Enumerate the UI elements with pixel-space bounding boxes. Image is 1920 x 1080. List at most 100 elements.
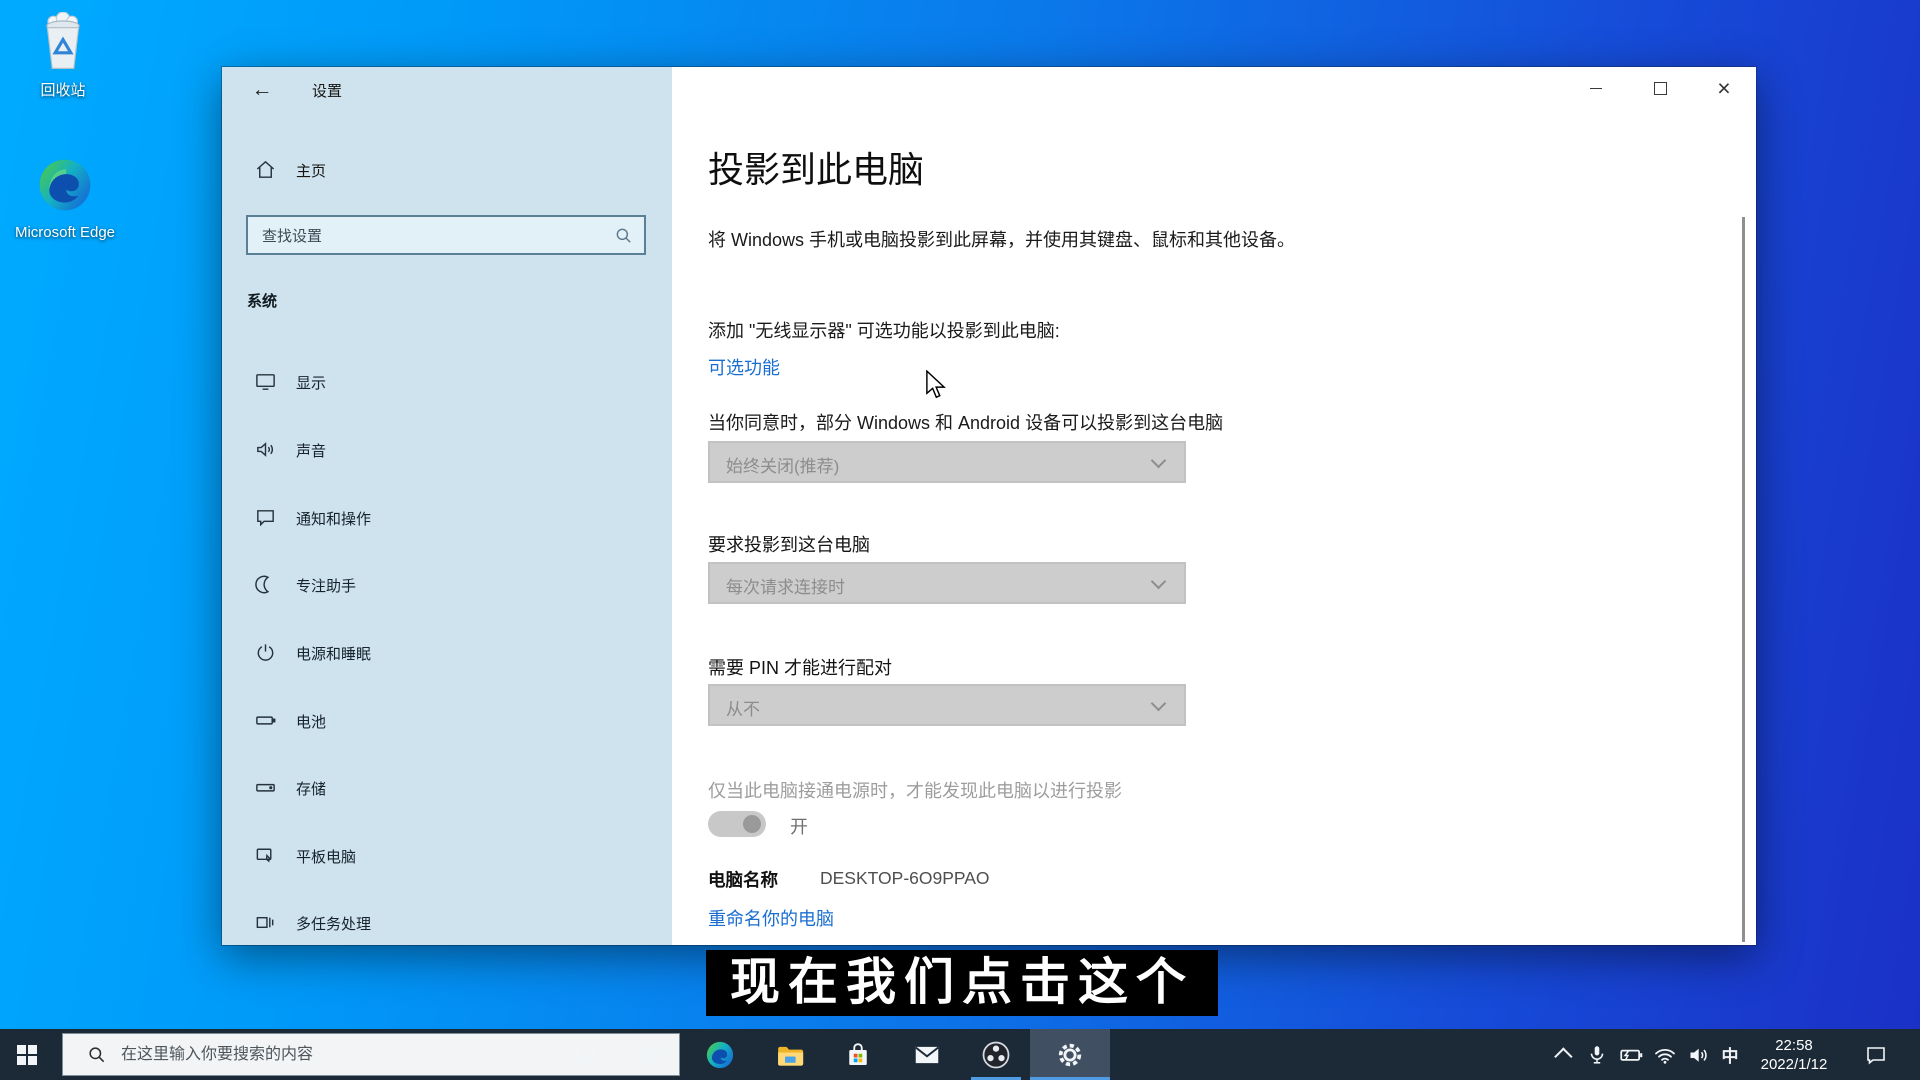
tray-volume-button[interactable] xyxy=(1684,1029,1714,1080)
sidebar-item-label: 存储 xyxy=(296,781,327,798)
minimize-button[interactable] xyxy=(1564,67,1628,109)
edge-taskbar-button[interactable] xyxy=(690,1029,750,1080)
window-title: 设置 xyxy=(312,83,343,100)
sidebar-item-sound[interactable]: 声音 xyxy=(222,425,672,473)
sidebar-item-power-sleep[interactable]: 电源和睡眠 xyxy=(222,628,672,676)
require-projection-dropdown[interactable]: 每次请求连接时 xyxy=(708,562,1186,604)
storage-icon xyxy=(256,783,275,792)
mail-icon xyxy=(915,1046,939,1063)
wifi-icon xyxy=(1655,1048,1675,1064)
back-arrow-icon: ← xyxy=(251,78,273,101)
desktop: 回收站 Microsoft Edge ← 设置 主页 查找设置 系统 显示 声音… xyxy=(0,0,1920,1080)
settings-sidebar: ← 设置 主页 系统 显示 xyxy=(222,67,672,945)
mouse-cursor xyxy=(926,370,946,399)
edge-shortcut[interactable]: Microsoft Edge xyxy=(10,156,120,242)
sidebar-item-tablet[interactable]: 平板电脑 xyxy=(222,831,672,879)
chevron-up-icon xyxy=(1553,1047,1573,1066)
sidebar-item-label: 电源和睡眠 xyxy=(296,646,372,663)
home-icon xyxy=(256,160,275,178)
sound-icon xyxy=(257,442,273,457)
tray-clock[interactable]: 22:58 2022/1/12 xyxy=(1746,1036,1842,1074)
close-button[interactable]: × xyxy=(1692,67,1756,109)
search-icon xyxy=(616,228,631,243)
recycle-bin-shortcut[interactable]: 回收站 xyxy=(8,11,118,100)
cortana-button[interactable] xyxy=(555,1029,615,1080)
obs-icon xyxy=(982,1041,1010,1068)
back-button[interactable]: ← xyxy=(244,75,280,105)
windows-logo-icon xyxy=(17,1044,37,1065)
sidebar-item-storage[interactable]: 存储 xyxy=(222,763,672,811)
sidebar-section-header: 系统 xyxy=(247,293,278,310)
sidebar-item-label: 显示 xyxy=(296,375,327,392)
discovery-toggle[interactable] xyxy=(708,811,766,837)
sidebar-item-label: 专注助手 xyxy=(296,578,357,595)
sidebar-item-label: 电池 xyxy=(296,714,327,731)
consent-text: 当你同意时，部分 Windows 和 Android 设备可以投影到这台电脑 xyxy=(708,413,1224,433)
tray-time: 22:58 xyxy=(1775,1037,1813,1054)
gear-icon xyxy=(1058,1043,1082,1066)
chevron-down-icon xyxy=(1150,573,1167,590)
sidebar-item-focus-assist[interactable]: 专注助手 xyxy=(222,560,672,608)
store-icon xyxy=(849,1042,867,1065)
sidebar-item-display[interactable]: 显示 xyxy=(222,357,672,405)
task-view-icon xyxy=(641,1047,663,1062)
settings-main-pane: × 投影到此电脑 将 Windows 手机或电脑投影到此屏幕，并使用其键盘、鼠标… xyxy=(672,67,1756,945)
battery-charging-icon xyxy=(1620,1049,1643,1061)
tray-mic-button[interactable] xyxy=(1584,1029,1610,1080)
close-icon: × xyxy=(1717,74,1731,101)
ime-indicator[interactable]: 中 xyxy=(1716,1029,1744,1080)
sidebar-item-multitasking[interactable]: 多任务处理 xyxy=(222,898,672,946)
optional-features-link[interactable]: 可选功能 xyxy=(708,354,780,380)
sidebar-item-label: 声音 xyxy=(296,443,327,460)
settings-taskbar-button[interactable] xyxy=(1030,1029,1110,1080)
tray-wifi-button[interactable] xyxy=(1650,1029,1680,1080)
pin-pairing-dropdown[interactable]: 从不 xyxy=(708,684,1186,726)
action-center-button[interactable] xyxy=(1858,1029,1894,1080)
recycle-bin-label: 回收站 xyxy=(40,82,86,99)
tray-battery-button[interactable] xyxy=(1616,1029,1646,1080)
sidebar-item-home[interactable]: 主页 xyxy=(222,151,672,189)
sidebar-home-label: 主页 xyxy=(296,163,327,180)
consent-dropdown-value: 始终关闭(推荐) xyxy=(726,457,840,476)
focus-assist-icon xyxy=(255,575,270,594)
store-button[interactable] xyxy=(828,1029,888,1080)
start-button[interactable] xyxy=(0,1029,54,1080)
tray-expand-button[interactable] xyxy=(1552,1029,1578,1080)
folder-icon xyxy=(778,1046,804,1066)
maximize-button[interactable] xyxy=(1628,67,1692,109)
minimize-icon xyxy=(1590,87,1602,89)
toggle-state-label: 开 xyxy=(790,817,808,837)
sidebar-item-battery[interactable]: 电池 xyxy=(222,696,672,744)
sidebar-item-label: 平板电脑 xyxy=(296,849,357,866)
rename-pc-link[interactable]: 重命名你的电脑 xyxy=(708,905,834,931)
consent-dropdown[interactable]: 始终关闭(推荐) xyxy=(708,441,1186,483)
optional-feature-hint: 添加 "无线显示器" 可选功能以投影到此电脑: xyxy=(708,321,1060,341)
recycle-bin-icon xyxy=(46,11,80,69)
microphone-icon xyxy=(1590,1045,1604,1064)
taskbar: 中 22:58 2022/1/12 xyxy=(0,1029,1920,1080)
notifications-icon xyxy=(257,510,274,527)
sidebar-item-notifications[interactable]: 通知和操作 xyxy=(222,493,672,541)
edge-shortcut-label: Microsoft Edge xyxy=(14,224,116,241)
require-projection-value: 每次请求连接时 xyxy=(726,578,845,597)
settings-search-input[interactable] xyxy=(260,220,604,252)
power-icon xyxy=(257,644,274,661)
cortana-icon xyxy=(574,1043,596,1066)
edge-icon xyxy=(706,1041,734,1068)
pc-name-label: 电脑名称 xyxy=(708,870,778,890)
settings-search-box[interactable] xyxy=(246,215,646,255)
task-view-button[interactable] xyxy=(622,1029,682,1080)
obs-button[interactable] xyxy=(966,1029,1026,1080)
ime-label: 中 xyxy=(1721,1047,1739,1066)
page-title: 投影到此电脑 xyxy=(708,149,925,190)
power-discovery-note: 仅当此电脑接通电源时，才能发现此电脑以进行投影 xyxy=(708,781,1122,801)
multitasking-icon xyxy=(256,916,274,929)
volume-icon xyxy=(1690,1048,1707,1062)
scrollbar[interactable] xyxy=(1742,217,1745,942)
chevron-down-icon xyxy=(1150,452,1167,469)
toggle-knob xyxy=(743,815,761,833)
mail-button[interactable] xyxy=(897,1029,957,1080)
file-explorer-button[interactable] xyxy=(760,1029,820,1080)
sidebar-item-label: 多任务处理 xyxy=(296,916,372,933)
edge-icon xyxy=(39,159,91,211)
